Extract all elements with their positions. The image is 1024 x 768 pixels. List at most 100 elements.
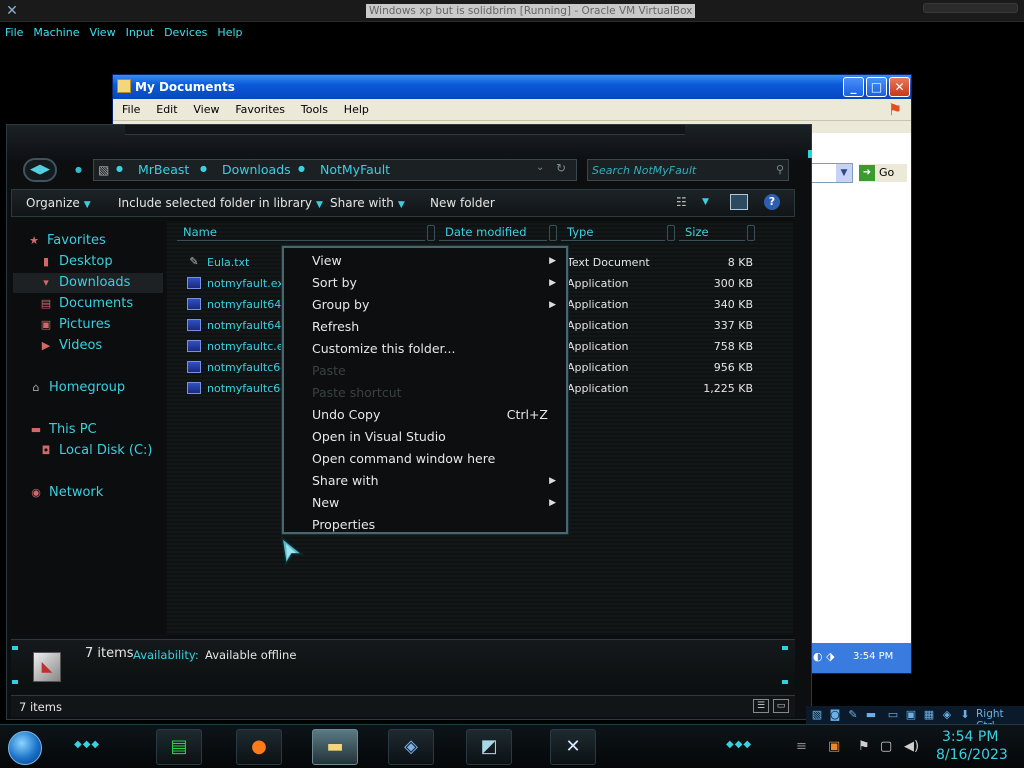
column-divider[interactable] [427,225,435,241]
start-button[interactable] [8,731,42,765]
host-menu-help[interactable]: Help [212,24,247,42]
host-window-controls[interactable] [923,3,1018,13]
menu-item-refresh[interactable]: Refresh [286,316,564,338]
column-header-name[interactable]: Name [177,225,425,241]
details-view-icon[interactable]: ☰ [753,699,769,713]
volume-icon[interactable]: ◀) [904,739,919,754]
sidebar-item-favorites[interactable]: ★ Favorites [27,231,106,251]
menu-item-new[interactable]: New ▶ [286,492,564,514]
chevron-down-icon[interactable]: ⌄ [536,162,544,173]
menu-item-share-with[interactable]: Share with ▶ [286,470,564,492]
sidebar-item-homegroup[interactable]: ⌂ Homegroup [29,378,126,398]
breadcrumb-separator-icon[interactable]: ● [298,164,305,173]
sidebar-item-documents[interactable]: ▤ Documents [39,294,133,314]
sidebar-item-label: Favorites [47,233,106,248]
host-menu-devices[interactable]: Devices [159,24,212,42]
taskbar-app-virtualbox[interactable]: ◈ [388,729,434,765]
back-button[interactable]: ◀▶ [23,158,57,182]
large-icons-view-icon[interactable]: ▭ [773,699,789,713]
tray-icons: ◐ ⬗ [813,650,835,663]
help-icon[interactable]: ? [764,194,780,210]
chevron-down-icon[interactable]: ▼ [702,197,709,207]
close-button[interactable]: ✕ [889,77,910,97]
taskbar-app-explorer[interactable]: ▬ [312,729,358,765]
menu-item-undo-copy[interactable]: Undo Copy Ctrl+Z [286,404,564,426]
host-menu-file[interactable]: File [0,24,28,42]
sidebar-item-downloads[interactable]: ▾ Downloads [13,273,163,293]
maximize-button[interactable]: □ [866,77,887,97]
file-type: Application [567,361,629,374]
new-folder-button[interactable]: New folder [430,190,495,216]
breadcrumb-downloads[interactable]: Downloads [222,162,291,178]
app-tray-icon[interactable]: ▣ [828,739,840,754]
clock-time[interactable]: 3:54 PM [942,729,998,745]
sidebar-item-local-disk[interactable]: ◘ Local Disk (C:) [39,441,153,461]
menu-item-open-in-visual-studio[interactable]: Open in Visual Studio [286,426,564,448]
hard-disk-icon[interactable]: ▧ [810,708,824,722]
breadcrumb-separator-icon[interactable]: ● [116,164,123,173]
sidebar-item-desktop[interactable]: ▮ Desktop [39,252,113,272]
shared-folders-icon[interactable]: ▬ [864,708,878,722]
search-input[interactable] [592,162,762,178]
flag-icon[interactable]: ⚑ [858,739,870,754]
optical-drive-icon[interactable]: ◙ [828,708,842,722]
preview-pane-icon[interactable] [730,194,748,210]
show-desktop-icon[interactable]: ≡ [796,739,807,754]
views-icon[interactable]: ☷ [676,195,687,209]
menu-item-sort-by[interactable]: Sort by ▶ [286,272,564,294]
sidebar-item-videos[interactable]: ▶ Videos [39,336,102,356]
taskbar-app-glass[interactable]: ◩ [466,729,512,765]
host-menu-input[interactable]: Input [121,24,159,42]
menu-item-view[interactable]: View ▶ [286,250,564,272]
usb-icon[interactable]: ✎ [846,708,860,722]
host-menu-machine[interactable]: Machine [28,24,84,42]
network-adapter-icon[interactable]: ▣ [904,708,918,722]
cpu-icon[interactable]: ◈ [940,708,954,722]
taskbar-app-notes[interactable]: ▤ [156,729,202,765]
xp-menu-favorites[interactable]: Favorites [229,99,291,121]
sidebar-item-this-pc[interactable]: ▬ This PC [29,420,97,440]
go-button[interactable]: ➜ Go [859,164,907,182]
taskbar-app-firefox[interactable]: ● [236,729,282,765]
menu-item-group-by[interactable]: Group by ▶ [286,294,564,316]
xp-menu-file[interactable]: File [116,99,146,121]
search-box[interactable]: ⚲ [587,159,789,181]
include-in-library-button[interactable]: Include selected folder in library ▼ [118,190,323,216]
column-divider[interactable] [667,225,675,241]
organize-button[interactable]: Organize ▼ [26,190,91,216]
menu-item-customize-folder[interactable]: Customize this folder... [286,338,564,360]
column-header-size[interactable]: Size [679,225,745,241]
xp-menu-edit[interactable]: Edit [150,99,183,121]
column-header-date-modified[interactable]: Date modified [439,225,547,241]
mouse-integration-icon[interactable]: ⬇ [958,708,972,722]
command-bar: Organize ▼ Include selected folder in lib… [11,189,795,217]
taskbar-app-xp-vm[interactable]: ✕ [550,729,596,765]
minimize-button[interactable]: _ [843,77,864,97]
search-icon[interactable]: ⚲ [776,163,784,176]
network-icon[interactable]: ▢ [880,739,892,754]
menu-item-open-command-window[interactable]: Open command window here [286,448,564,470]
display-icon[interactable]: ▭ [886,708,900,722]
column-divider[interactable] [747,225,755,241]
breadcrumb-mrbeast[interactable]: MrBeast [138,162,189,178]
breadcrumb-notmyfault[interactable]: NotMyFault [320,162,390,178]
history-dot-icon[interactable]: ● [75,165,82,174]
column-header-type[interactable]: Type [561,225,665,241]
column-divider[interactable] [549,225,557,241]
xp-titlebar[interactable]: My Documents _ □ ✕ [113,75,911,99]
xp-menu-view[interactable]: View [187,99,225,121]
xp-menu-tools[interactable]: Tools [295,99,334,121]
host-menu-view[interactable]: View [84,24,120,42]
breadcrumb-separator-icon[interactable]: ● [200,164,207,173]
xp-menu-help[interactable]: Help [338,99,375,121]
chevron-down-icon[interactable]: ▼ [836,164,852,182]
sidebar-item-network[interactable]: ◉ Network [29,483,103,503]
sidebar-item-pictures[interactable]: ▣ Pictures [39,315,111,335]
share-with-button[interactable]: Share with ▼ [330,190,405,216]
clock-date[interactable]: 8/16/2023 [936,747,1008,763]
menu-item-properties[interactable]: Properties [286,514,564,536]
refresh-icon[interactable]: ↻ [556,161,566,175]
address-dropdown[interactable]: ▼ [809,163,853,183]
recording-icon[interactable]: ▦ [922,708,936,722]
breadcrumb[interactable]: ▧ ● MrBeast ● Downloads ● NotMyFault ⌄ ↻ [93,159,577,181]
